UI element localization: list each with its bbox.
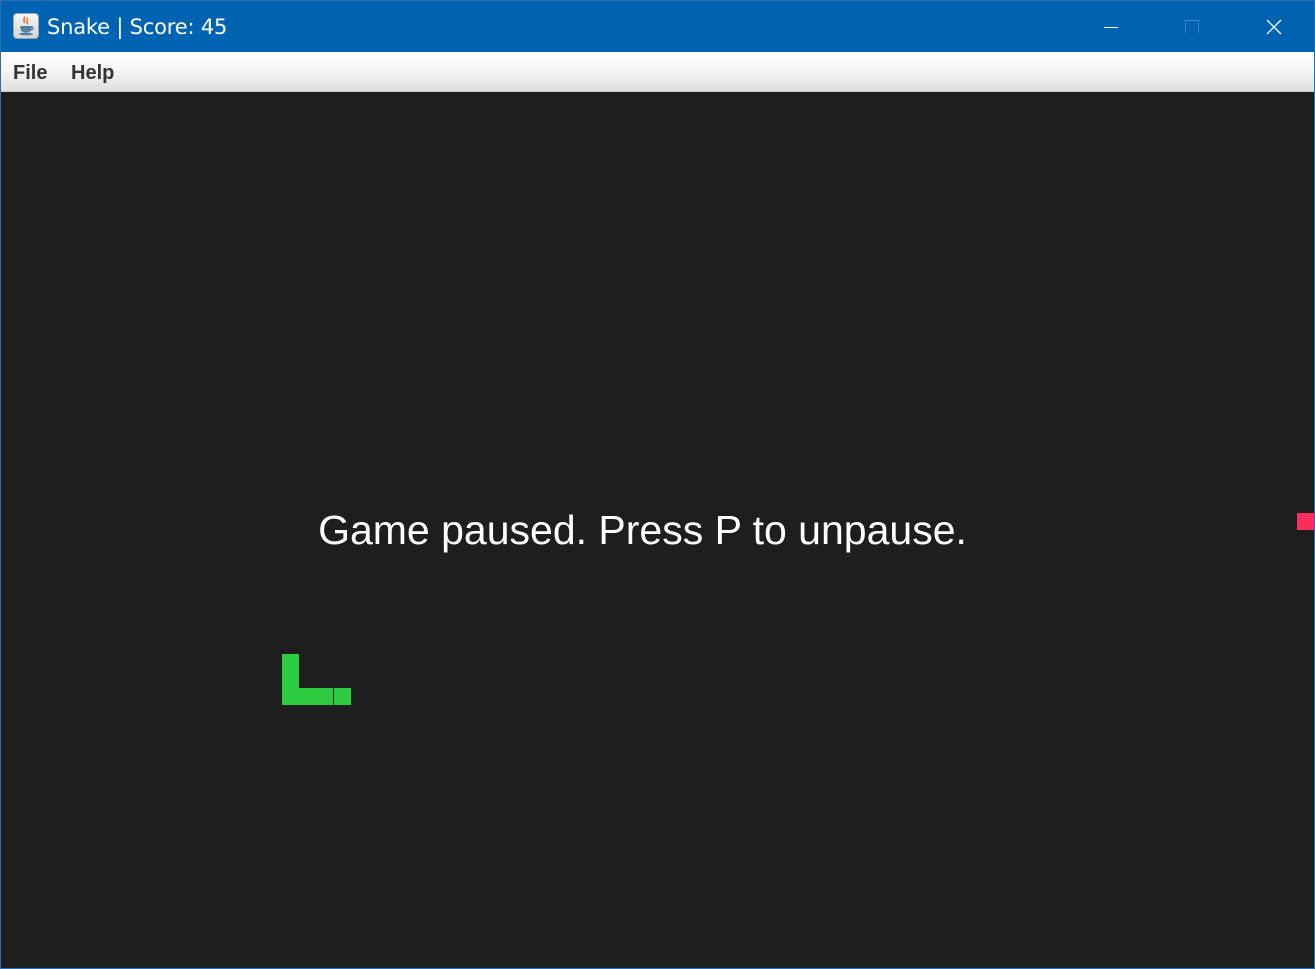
minimize-button[interactable] <box>1071 1 1152 52</box>
close-button[interactable] <box>1233 1 1314 52</box>
menu-help[interactable]: Help <box>71 61 114 85</box>
food-pellet <box>1297 513 1314 530</box>
java-icon <box>13 13 39 39</box>
menu-bar: File Help <box>1 52 1314 92</box>
title-bar[interactable]: Snake | Score: 45 <box>1 1 1314 52</box>
menu-file[interactable]: File <box>13 61 47 85</box>
snake-segment <box>299 688 316 705</box>
snake-segment <box>282 671 299 688</box>
app-window: Snake | Score: 45 File Help Game paused.… <box>0 0 1315 969</box>
close-icon <box>1266 19 1282 35</box>
pause-message: Game paused. Press P to unpause. <box>318 507 967 553</box>
maximize-icon <box>1185 20 1199 33</box>
minimize-icon <box>1104 27 1118 28</box>
snake-head <box>282 654 299 671</box>
window-title: Snake | Score: 45 <box>47 15 228 39</box>
maximize-button[interactable] <box>1152 1 1233 52</box>
snake-tail <box>334 688 351 705</box>
game-board[interactable]: Game paused. Press P to unpause. <box>1 92 1314 968</box>
snake-segment <box>282 688 299 705</box>
snake-segment <box>316 688 333 705</box>
